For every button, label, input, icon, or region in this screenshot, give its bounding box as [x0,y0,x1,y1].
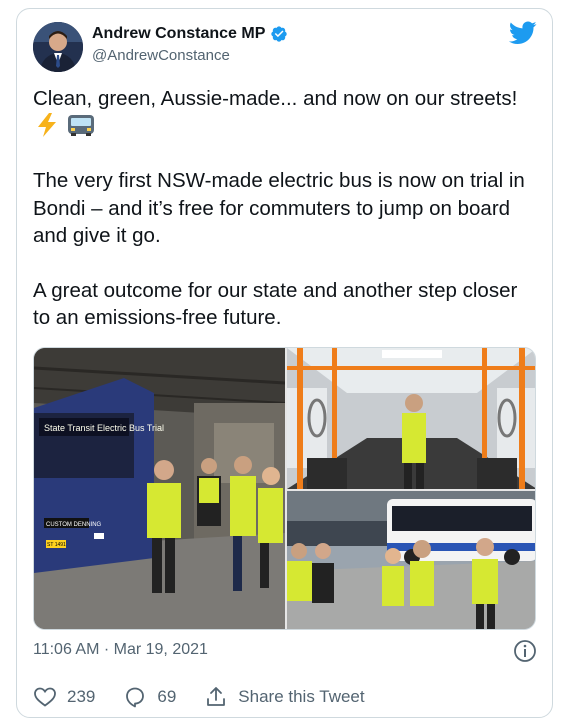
like-count: 239 [67,687,96,706]
reply-count: 69 [157,687,177,706]
share-icon [207,687,226,706]
verified-badge-icon [271,26,288,42]
bus-brand-label: CUSTOM DENNING [46,522,102,528]
tweet-paragraph-1: Clean, green, Aussie-made... and now on … [33,85,533,140]
author-name-row[interactable]: Andrew Constance MP [92,25,288,43]
author-handle[interactable]: @AndrewConstance [92,47,230,64]
tweet-paragraph-2: The very first NSW-made electric bus is … [33,169,525,247]
heart-icon [34,687,56,707]
share-label: Share this Tweet [238,687,365,706]
photo-electric-bus-depot[interactable]: State Transit Electric Bus Trial CUSTOM … [34,348,285,629]
tweet-timestamp[interactable]: 11:06 AM · Mar 19, 2021 [33,641,208,659]
bus-destination-sign: State Transit Electric Bus Trial [44,423,164,433]
share-button[interactable]: Share this Tweet [204,685,365,709]
reply-icon [126,687,145,708]
bus-emoji [67,114,94,136]
tweet-card[interactable]: Andrew Constance MP @AndrewConstance Cle… [16,8,553,718]
reply-button[interactable]: 69 [123,685,176,709]
avatar[interactable] [33,22,83,72]
tweet-actions: 239 69 Share this Tweet [33,685,393,709]
high-voltage-emoji [38,112,56,137]
photo-bus-yard-group[interactable] [287,491,535,629]
info-icon[interactable] [513,639,537,663]
twitter-bird-icon[interactable] [509,21,537,45]
like-button[interactable]: 239 [33,685,95,709]
profile-photo [33,22,83,72]
media-grid: State Transit Electric Bus Trial CUSTOM … [33,347,536,630]
author-name[interactable]: Andrew Constance MP [92,25,265,43]
photo-bus-interior[interactable] [287,348,535,489]
bus-plate: ST 1491 [47,542,66,548]
tweet-line-1: Clean, green, Aussie-made... and now on … [33,87,518,110]
tweet-text: Clean, green, Aussie-made... and now on … [33,85,533,359]
tweet-paragraph-3: A great outcome for our state and anothe… [33,278,518,330]
